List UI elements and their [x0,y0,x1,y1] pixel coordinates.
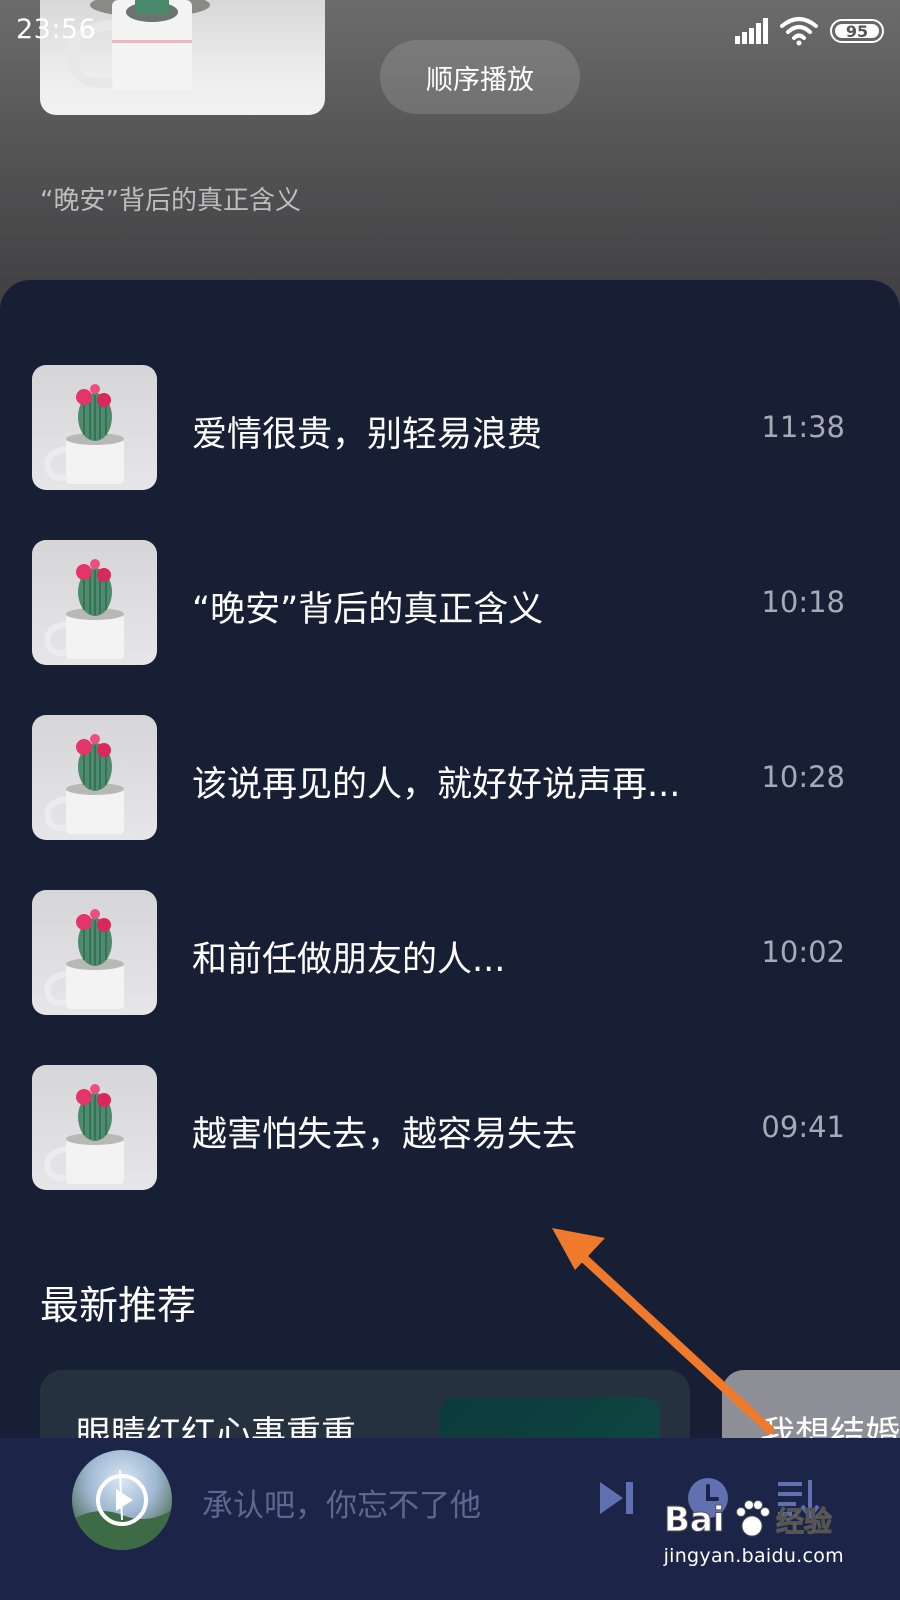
track-thumbnail [32,1065,157,1190]
play-icon[interactable] [96,1474,148,1526]
track-title: 爱情很贵，别轻易浪费 [192,415,543,455]
signal-icon [735,18,768,44]
track-row[interactable]: 该说再见的人，就好好说声再... 10:28 [0,715,900,890]
track-row[interactable]: 爱情很贵，别轻易浪费 11:38 [0,365,900,540]
track-duration: 09:41 [761,1110,845,1144]
track-duration: 10:02 [761,935,845,969]
track-duration: 10:28 [761,760,845,794]
track-thumbnail [32,890,157,1015]
track-thumbnail [32,715,157,840]
track-duration: 11:38 [761,410,845,444]
current-episode-title: “晚安”背后的真正含义 [40,186,301,216]
svg-text:经验: 经验 [776,1505,832,1538]
play-order-button[interactable]: 顺序播放 [380,40,580,114]
track-row[interactable]: 越害怕失去，越容易失去 09:41 [0,1065,900,1240]
svg-text:Bai: Bai [664,1500,725,1540]
track-row[interactable]: 和前任做朋友的人... 10:02 [0,890,900,1065]
track-title: 和前任做朋友的人... [192,940,506,980]
player-header: 23:56 95 顺序播放 “晚安”背后的真正含义 [0,0,900,320]
section-heading-recommend: 最新推荐 [40,1284,197,1329]
status-time: 23:56 [16,14,97,45]
playlist-sheet: 爱情很贵，别轻易浪费 11:38 “晚安”背后的真正含义 10:18 该说再见的… [0,280,900,1600]
baidu-watermark: Bai 经验 jingyan.baidu.com [664,1495,844,1575]
battery-level: 95 [845,21,869,41]
track-duration: 10:18 [761,585,845,619]
track-thumbnail [32,540,157,665]
now-playing-title: 承认吧，你忘不了他 [202,1488,481,1524]
track-title: 该说再见的人，就好好说声再... [192,765,681,805]
battery-icon: 95 [830,19,884,43]
watermark-url: jingyan.baidu.com [663,1545,844,1567]
track-title: 越害怕失去，越容易失去 [192,1115,578,1155]
wifi-icon [780,17,818,46]
now-playing-cover[interactable] [72,1450,172,1550]
track-row[interactable]: “晚安”背后的真正含义 10:18 [0,540,900,715]
track-title: “晚安”背后的真正含义 [192,590,544,630]
track-thumbnail [32,365,157,490]
next-icon[interactable] [596,1478,636,1518]
track-list: 爱情很贵，别轻易浪费 11:38 “晚安”背后的真正含义 10:18 该说再见的… [0,365,900,1240]
paw-icon: Bai 经验 [664,1500,833,1541]
